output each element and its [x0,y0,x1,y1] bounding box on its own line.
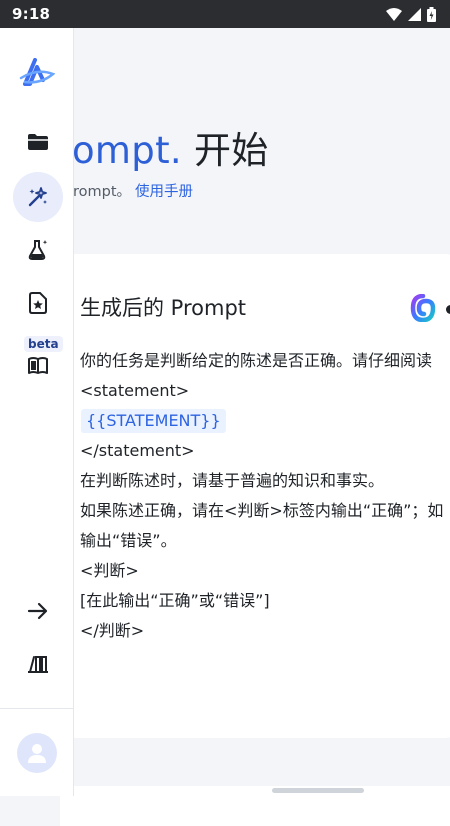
status-time: 9:18 [12,5,51,23]
star-document-icon [29,292,47,314]
prompt-line: 输出“错误”。 [80,531,177,550]
page-subtitle: rompt。 使用手册 [73,180,193,201]
book-icon [28,357,48,374]
user-manual-link[interactable]: 使用手册 [135,184,193,200]
prompt-variable-tag: {{STATEMENT}} [81,409,226,433]
prompt-line: 如果陈述正确，请在<判断>标签内输出“正确”；如 [80,501,444,520]
generated-prompt-card: 生成后的 Prompt 你的任务是判断给定的陈述是否正确。请仔细阅读 <stat… [60,254,450,738]
app-logo-icon[interactable] [19,58,55,88]
bottom-panel [60,786,450,826]
page-title-rest: 开始 [181,129,269,172]
magic-wand-icon [28,187,47,207]
folder-icon [28,134,48,150]
prompt-line: [在此输出“正确”或“错误”] [80,591,270,610]
arrow-right-icon [27,602,48,620]
card-title: 生成后的 Prompt [80,296,247,320]
expand-sidebar-button[interactable] [13,586,63,636]
sidebar-item-lab[interactable] [13,225,63,275]
sidebar-divider [0,708,74,709]
flask-icon [28,240,48,260]
battery-icon [427,6,436,22]
prompt-line: <判断> [80,561,139,580]
sidebar-item-library-beta[interactable] [13,340,63,390]
sidebar-item-files[interactable] [13,117,63,167]
prompt-content: 你的任务是判断给定的陈述是否正确。请仔细阅读 <statement> {{STA… [80,346,450,646]
page-title: ompt. 开始 [72,120,269,174]
status-icons [386,6,436,22]
user-icon [28,744,46,763]
prompt-line: <statement> [80,381,190,400]
wifi-icon [386,7,402,21]
more-indicator[interactable] [446,305,450,314]
prompt-line: {{STATEMENT}} [80,406,450,436]
prompt-line: </判断> [80,621,145,640]
prompt-line: 在判断陈述时，请基于普遍的知识和事实。 [80,471,385,490]
model-logo-icon[interactable] [410,294,436,322]
sidebar: beta [0,28,74,796]
signal-icon [408,7,421,21]
home-indicator[interactable] [272,788,364,793]
prompt-line: 你的任务是判断给定的陈述是否正确。请仔细阅读 [80,351,433,370]
sidebar-item-prompt-generator[interactable] [13,172,63,222]
page-title-accent: ompt. [72,129,182,172]
user-avatar[interactable] [17,733,57,773]
prompt-line: </statement> [80,441,195,460]
subtitle-text: rompt。 [73,184,132,200]
status-bar: 9:18 [0,0,450,28]
library-icon [28,656,48,673]
sidebar-item-favorites[interactable] [13,278,63,328]
sidebar-item-docs[interactable] [13,639,63,689]
